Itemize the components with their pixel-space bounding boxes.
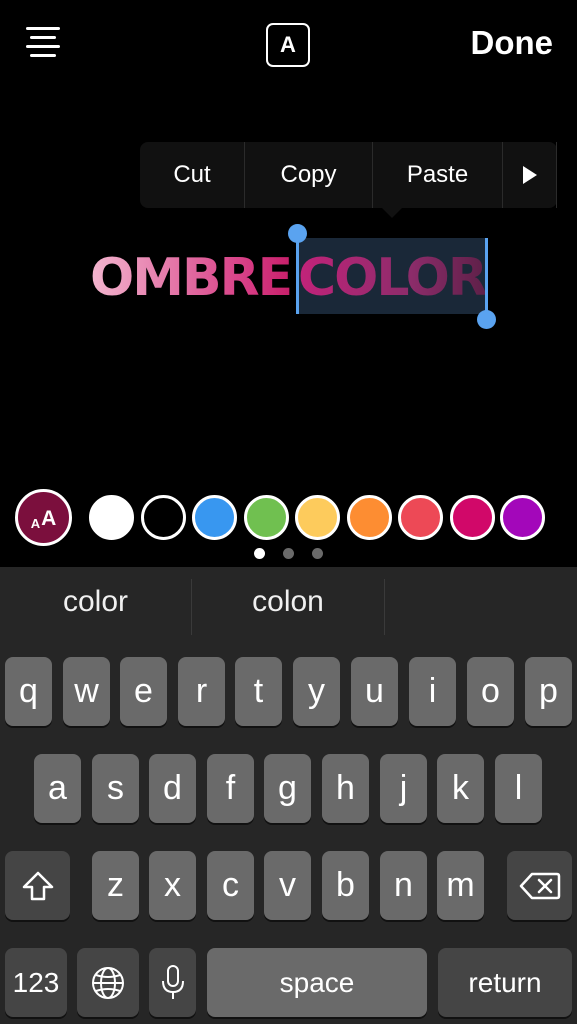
shift-key[interactable] [5,851,70,920]
align-line-icon [30,54,56,57]
color-swatch-blue[interactable] [192,495,237,540]
align-line-icon [26,45,60,48]
paste-menu-item[interactable]: Paste [373,142,503,208]
key-l[interactable]: l [495,754,542,823]
key-i[interactable]: i [409,657,456,726]
key-h[interactable]: h [322,754,369,823]
return-key[interactable]: return [438,948,572,1017]
align-line-icon [26,27,60,30]
suggestion-item[interactable] [385,567,577,637]
key-e[interactable]: e [120,657,167,726]
cut-menu-item[interactable]: Cut [140,142,245,208]
text-word-ombre: OMBRE [90,248,293,308]
key-o[interactable]: o [467,657,514,726]
key-t[interactable]: t [235,657,282,726]
key-y[interactable]: y [293,657,340,726]
space-key[interactable]: space [207,948,427,1017]
microphone-icon [161,964,184,999]
key-g[interactable]: g [264,754,311,823]
selection-end-line [485,238,488,318]
key-a[interactable]: a [34,754,81,823]
key-u[interactable]: u [351,657,398,726]
more-menu-button[interactable] [503,142,557,208]
key-n[interactable]: n [380,851,427,920]
dictation-key[interactable] [149,948,196,1017]
globe-key[interactable] [77,948,139,1017]
key-q[interactable]: q [5,657,52,726]
key-j[interactable]: j [380,754,427,823]
edit-menu-caret [382,208,402,218]
numbers-key[interactable]: 123 [5,948,67,1017]
palette-page-dot[interactable] [312,548,323,559]
color-swatch-red[interactable] [398,495,443,540]
key-d[interactable]: d [149,754,196,823]
key-k[interactable]: k [437,754,484,823]
key-z[interactable]: z [92,851,139,920]
align-line-icon [30,36,56,39]
text-background-style-button[interactable]: AA [15,489,72,546]
selection-end-handle[interactable] [477,310,496,329]
done-button[interactable]: Done [471,24,554,62]
font-button-label: A [280,32,296,57]
key-p[interactable]: p [525,657,572,726]
backspace-icon [519,872,560,899]
key-f[interactable]: f [207,754,254,823]
palette-page-dot[interactable] [283,548,294,559]
color-swatch-orange[interactable] [347,495,392,540]
globe-icon [92,966,124,999]
aa-large-label: A [41,507,57,530]
key-w[interactable]: w [63,657,110,726]
copy-menu-item[interactable]: Copy [245,142,373,208]
keyboard: color colon q w e r t y u i o p a s d f … [0,567,577,1024]
color-swatch-black[interactable] [141,495,186,540]
key-b[interactable]: b [322,851,369,920]
selection-start-line [296,234,299,314]
backspace-key[interactable] [507,851,572,920]
suggestion-item[interactable]: colon [192,567,384,637]
aa-small-label: A [30,516,41,531]
color-swatch-purple[interactable] [500,495,545,540]
text-word-color: COLOR [298,248,488,308]
palette-page-dot[interactable] [254,548,265,559]
color-swatch-magenta[interactable] [450,495,495,540]
suggestion-bar: color colon [0,567,577,637]
key-s[interactable]: s [92,754,139,823]
key-r[interactable]: r [178,657,225,726]
color-swatch-yellow[interactable] [295,495,340,540]
color-swatch-white[interactable] [89,495,134,540]
font-style-button[interactable]: A [266,23,310,67]
suggestion-item[interactable]: color [0,567,191,637]
shift-arrow-icon [22,871,53,900]
text-align-button[interactable] [22,24,64,64]
key-m[interactable]: m [437,851,484,920]
key-v[interactable]: v [264,851,311,920]
key-x[interactable]: x [149,851,196,920]
edit-menu: Cut Copy Paste [140,142,557,218]
key-c[interactable]: c [207,851,254,920]
color-swatch-green[interactable] [244,495,289,540]
play-triangle-icon [522,166,537,184]
